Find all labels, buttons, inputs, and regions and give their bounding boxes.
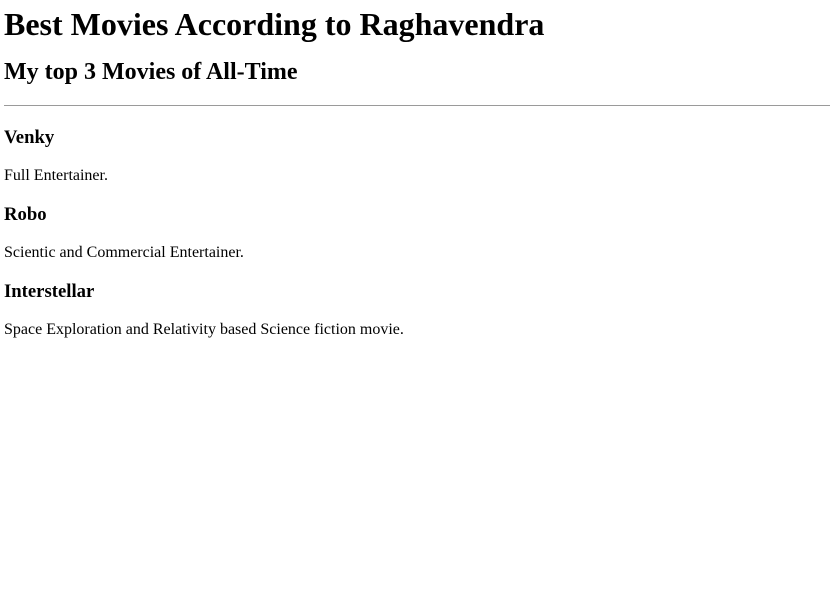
divider bbox=[4, 105, 830, 106]
movie-list: Venky Full Entertainer. Robo Scientic an… bbox=[4, 127, 830, 339]
movie-description: Full Entertainer. bbox=[4, 167, 108, 184]
movie-title: Robo bbox=[4, 204, 47, 225]
movie-title: Interstellar bbox=[4, 281, 95, 302]
movie-description: Scientic and Commercial Entertainer. bbox=[4, 244, 244, 261]
movie-item-interstellar: Interstellar Space Exploration and Relat… bbox=[4, 281, 830, 339]
page-title: Best Movies According to Raghavendra bbox=[4, 6, 545, 42]
page-subtitle: My top 3 Movies of All-Time bbox=[4, 59, 298, 85]
movie-title: Venky bbox=[4, 127, 55, 148]
movie-item-robo: Robo Scientic and Commercial Entertainer… bbox=[4, 204, 830, 262]
movie-description: Space Exploration and Relativity based S… bbox=[4, 321, 404, 338]
movie-item-venky: Venky Full Entertainer. bbox=[4, 127, 830, 185]
